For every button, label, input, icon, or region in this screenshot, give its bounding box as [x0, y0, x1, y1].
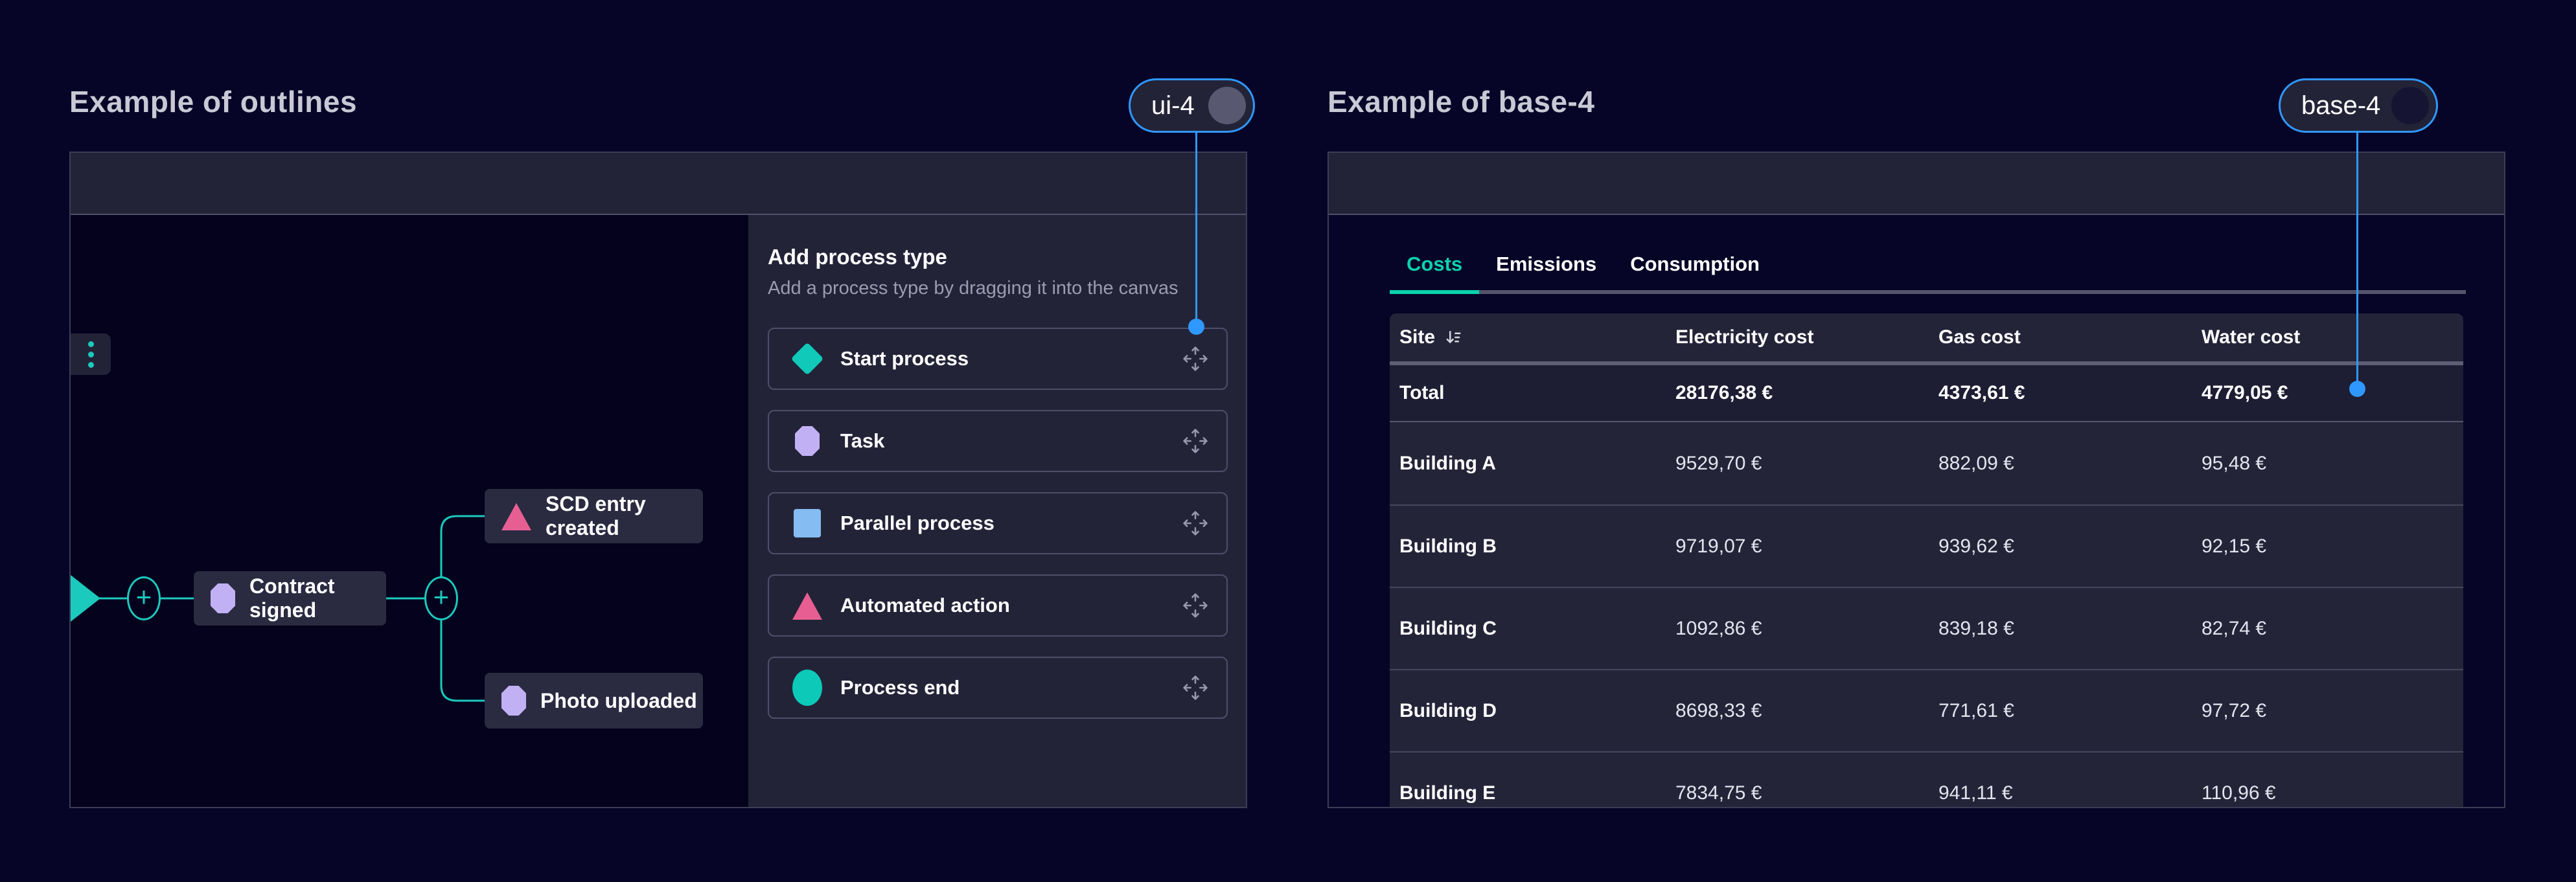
table-toolbar [1329, 153, 2504, 215]
canvas-menu-button[interactable] [71, 334, 111, 375]
move-icon[interactable] [1181, 427, 1210, 455]
octagon-icon [501, 686, 526, 716]
base4-version-pill[interactable]: base-4 [2279, 78, 2438, 133]
table-row[interactable]: Building C 1092,86 € 839,18 € 82,74 € [1390, 587, 2463, 669]
water-cost: 97,72 € [2192, 700, 2463, 722]
process-type-item-end[interactable]: Process end [768, 657, 1228, 719]
column-header-water: Water cost [2192, 326, 2463, 348]
octagon-icon [795, 426, 820, 456]
electricity-cost: 8698,33 € [1666, 700, 1929, 722]
move-icon[interactable] [1181, 673, 1210, 702]
site-name: Building B [1390, 536, 1666, 558]
toggle-knob-icon[interactable] [1208, 87, 1246, 124]
play-icon [71, 575, 100, 622]
octagon-icon [211, 583, 235, 613]
flow-canvas[interactable]: + + Contract signed SCD entry created Ph… [71, 215, 748, 808]
annotation-dot-right [2349, 381, 2365, 397]
column-header-site: Site [1399, 326, 1435, 348]
process-type-item-parallel[interactable]: Parallel process [768, 492, 1228, 554]
annotation-line-right [2356, 132, 2358, 383]
node-label: Contract signed [249, 574, 386, 622]
table-row[interactable]: Building B 9719,07 € 939,62 € 92,15 € [1390, 504, 2463, 587]
electricity-cost: 9719,07 € [1666, 536, 1929, 558]
electricity-cost: 9529,70 € [1666, 453, 1929, 475]
process-type-label: Automated action [840, 594, 1164, 617]
tab-emissions[interactable]: Emissions [1479, 245, 1613, 294]
gas-cost: 771,61 € [1929, 700, 2192, 722]
toggle-knob-icon[interactable] [2391, 87, 2429, 124]
table-row[interactable]: Building A 9529,70 € 882,09 € 95,48 € [1390, 422, 2463, 504]
pill-label: ui-4 [1151, 91, 1195, 120]
kebab-dot [88, 341, 94, 347]
process-type-label: Process end [840, 676, 1164, 699]
process-type-label: Parallel process [840, 512, 1164, 535]
kebab-dot [88, 362, 94, 368]
electricity-cost: 1092,86 € [1666, 618, 1929, 640]
move-icon[interactable] [1181, 509, 1210, 537]
process-type-item-task[interactable]: Task [768, 410, 1228, 472]
column-header-electricity: Electricity cost [1666, 326, 1929, 348]
process-type-label: Start process [840, 347, 1164, 370]
site-name: Building D [1390, 700, 1666, 722]
tab-bar: Costs Emissions Consumption [1390, 245, 2466, 294]
node-scd-entry-created[interactable]: SCD entry created [485, 489, 703, 543]
total-water: 4779,05 € [2192, 382, 2463, 404]
node-label: Photo uploaded [540, 689, 697, 713]
site-name: Building E [1390, 782, 1666, 804]
square-icon [794, 509, 821, 537]
diamond-icon [791, 343, 824, 376]
add-node-button[interactable]: + [424, 576, 458, 620]
add-process-panel: Add process type Add a process type by d… [748, 215, 1246, 808]
gas-cost: 839,18 € [1929, 618, 2192, 640]
left-section-title: Example of outlines [69, 84, 357, 119]
data-table-panel: Costs Emissions Consumption Site Electri… [1328, 152, 2505, 808]
move-icon[interactable] [1181, 345, 1210, 373]
gas-cost: 939,62 € [1929, 536, 2192, 558]
costs-table: Site Electricity cost Gas cost Water cos… [1390, 313, 2463, 808]
process-type-item-automated[interactable]: Automated action [768, 574, 1228, 637]
tab-consumption[interactable]: Consumption [1613, 245, 1777, 294]
tab-costs[interactable]: Costs [1390, 245, 1479, 294]
table-total-row: Total 28176,38 € 4373,61 € 4779,05 € [1390, 365, 2463, 422]
triangle-icon [792, 591, 822, 620]
process-type-label: Task [840, 429, 1164, 453]
right-section-title: Example of base-4 [1328, 84, 1594, 119]
table-row[interactable]: Building D 8698,33 € 771,61 € 97,72 € [1390, 669, 2463, 751]
site-name: Building A [1390, 453, 1666, 475]
annotation-line-left [1195, 132, 1197, 322]
total-label: Total [1390, 382, 1666, 404]
sort-icon[interactable] [1443, 328, 1462, 347]
column-header-gas: Gas cost [1929, 326, 2192, 348]
node-label: SCD entry created [546, 492, 703, 540]
total-electricity: 28176,38 € [1666, 382, 1929, 404]
total-gas: 4373,61 € [1929, 382, 2192, 404]
ellipse-icon [792, 670, 822, 706]
water-cost: 95,48 € [2192, 453, 2463, 475]
node-contract-signed[interactable]: Contract signed [194, 571, 386, 626]
move-icon[interactable] [1181, 591, 1210, 620]
process-type-item-start[interactable]: Start process [768, 328, 1228, 390]
add-node-button[interactable]: + [127, 576, 161, 620]
ui4-version-pill[interactable]: ui-4 [1129, 78, 1255, 133]
water-cost: 92,15 € [2192, 536, 2463, 558]
add-process-title: Add process type [768, 245, 1228, 269]
editor-toolbar [71, 153, 1246, 215]
gas-cost: 882,09 € [1929, 453, 2192, 475]
water-cost: 110,96 € [2192, 782, 2463, 804]
table-header-row: Site Electricity cost Gas cost Water cos… [1390, 313, 2463, 365]
pill-label: base-4 [2301, 91, 2380, 120]
table-row[interactable]: Building E 7834,75 € 941,11 € 110,96 € [1390, 751, 2463, 808]
site-name: Building C [1390, 618, 1666, 640]
process-editor-panel: + + Contract signed SCD entry created Ph… [69, 152, 1247, 808]
annotation-dot-left [1188, 319, 1204, 335]
add-process-subtitle: Add a process type by dragging it into t… [768, 277, 1228, 299]
kebab-dot [88, 352, 94, 357]
triangle-icon [501, 502, 531, 530]
electricity-cost: 7834,75 € [1666, 782, 1929, 804]
water-cost: 82,74 € [2192, 618, 2463, 640]
node-photo-uploaded[interactable]: Photo uploaded [485, 673, 703, 729]
gas-cost: 941,11 € [1929, 782, 2192, 804]
